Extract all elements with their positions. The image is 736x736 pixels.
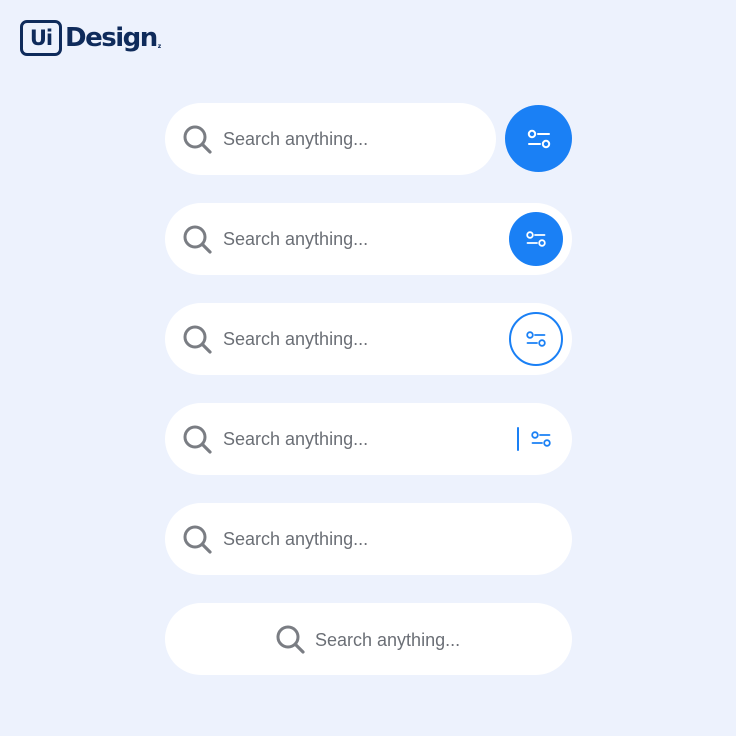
search-placeholder: Search anything... [223, 329, 369, 349]
logo-mark: Ui [20, 20, 62, 56]
filter-button[interactable] [509, 212, 563, 266]
search-placeholder: Search anything... [315, 630, 461, 650]
filter-button[interactable] [529, 429, 553, 449]
logo-superscript: z [157, 43, 162, 50]
search-placeholder: Search anything... [223, 229, 369, 249]
divider [517, 427, 519, 451]
sliders-icon [526, 231, 546, 247]
filter-button[interactable] [509, 312, 563, 366]
search-icon [183, 225, 212, 254]
search-icon [276, 625, 305, 654]
search-icon [183, 125, 212, 154]
search-icon [183, 525, 212, 554]
search-placeholder: Search anything... [223, 529, 369, 549]
brand-logo: Ui Design z [20, 20, 161, 56]
search-bar-3[interactable]: Search anything... [165, 303, 572, 375]
search-bar-5[interactable]: Search anything... [165, 503, 572, 575]
search-placeholder: Search anything... [223, 129, 369, 149]
search-bar-1[interactable]: Search anything... [165, 103, 496, 175]
search-bar-6[interactable]: Search anything... [165, 603, 572, 675]
search-bar-4[interactable]: Search anything... [165, 403, 572, 475]
search-icon [183, 425, 212, 454]
filter-button[interactable] [505, 105, 572, 172]
search-bar-2[interactable]: Search anything... [165, 203, 572, 275]
sliders-icon [531, 431, 551, 447]
search-content-centered: Search anything... [275, 624, 460, 656]
search-placeholder: Search anything... [223, 429, 369, 449]
logo-wordmark: Design [65, 23, 158, 53]
search-icon [183, 325, 212, 354]
sliders-icon [526, 331, 546, 347]
sliders-icon [527, 129, 550, 148]
